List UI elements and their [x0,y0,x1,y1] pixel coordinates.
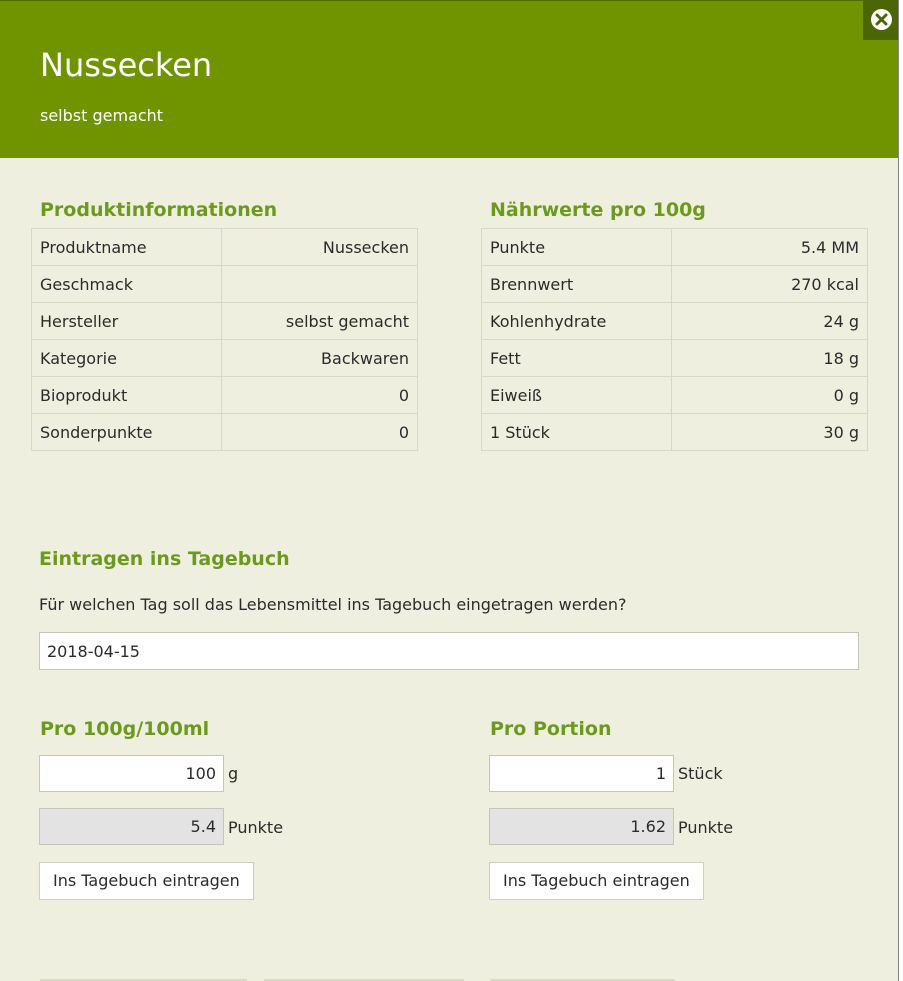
table-row: Hersteller selbst gemacht [31,302,418,340]
row-label: Brennwert [481,265,672,303]
nutrition-title: Nährwerte pro 100g [490,199,706,221]
portion-amount-input[interactable] [489,755,674,792]
portion-title: Pro Portion [490,718,612,740]
row-label: Kategorie [31,339,222,377]
row-label: Hersteller [31,302,222,340]
table-row: Sonderpunkte 0 [31,413,418,451]
portion-add-to-diary-button[interactable]: Ins Tagebuch eintragen [489,862,704,900]
product-info-table: Produktname Nussecken Geschmack Herstelle… [31,228,418,451]
portion-points-label: Punkte [678,818,734,837]
row-value: 30 g [671,413,868,451]
close-icon-cross [875,13,888,26]
close-button[interactable] [863,0,898,40]
row-label: Geschmack [31,265,222,303]
row-value: 5.4 MM [671,228,868,266]
row-value: 0 [221,376,418,414]
table-row: Kohlenhydrate 24 g [481,302,868,340]
row-value: 0 g [671,376,868,414]
row-label: Sonderpunkte [31,413,222,451]
page-subtitle: selbst gemacht [40,106,164,125]
table-row: Bioprodukt 0 [31,376,418,414]
table-row: Brennwert 270 kcal [481,265,868,303]
modal-header: Nussecken selbst gemacht [0,0,898,158]
per100-points-label: Punkte [228,818,284,837]
row-value: selbst gemacht [221,302,418,340]
row-value [221,265,418,303]
row-label: Punkte [481,228,672,266]
row-label: Produktname [31,228,222,266]
table-row: Kategorie Backwaren [31,339,418,377]
per100-amount-unit: g [228,764,239,783]
row-value: Nussecken [221,228,418,266]
row-value: 24 g [671,302,868,340]
table-row: Fett 18 g [481,339,868,377]
row-label: Kohlenhydrate [481,302,672,340]
row-value: 0 [221,413,418,451]
row-value: 18 g [671,339,868,377]
row-label: Bioprodukt [31,376,222,414]
table-row: 1 Stück 30 g [481,413,868,451]
product-modal: Nussecken selbst gemacht Produktinformat… [0,0,898,981]
table-row: Produktname Nussecken [31,228,418,266]
row-label: 1 Stück [481,413,672,451]
page-title: Nussecken [40,46,213,84]
product-info-title: Produktinformationen [40,199,278,221]
nutrition-table: Punkte 5.4 MM Brennwert 270 kcal Kohlenhyd… [481,228,868,451]
row-value: Backwaren [221,339,418,377]
table-row: Eiweiß 0 g [481,376,868,414]
portion-amount-unit: Stück [678,764,723,783]
per100-points-field [39,808,224,845]
diary-title: Eintragen ins Tagebuch [39,548,290,570]
per100-amount-input[interactable] [39,755,224,792]
portion-points-field [489,808,674,845]
row-value: 270 kcal [671,265,868,303]
per100-title: Pro 100g/100ml [40,718,210,740]
scrollbar-edge [898,0,903,981]
table-row: Punkte 5.4 MM [481,228,868,266]
date-input[interactable] [39,632,859,670]
per100-add-to-diary-button[interactable]: Ins Tagebuch eintragen [39,862,254,900]
diary-prompt: Für welchen Tag soll das Lebensmittel in… [39,595,627,614]
table-row: Geschmack [31,265,418,303]
row-label: Eiweiß [481,376,672,414]
row-label: Fett [481,339,672,377]
